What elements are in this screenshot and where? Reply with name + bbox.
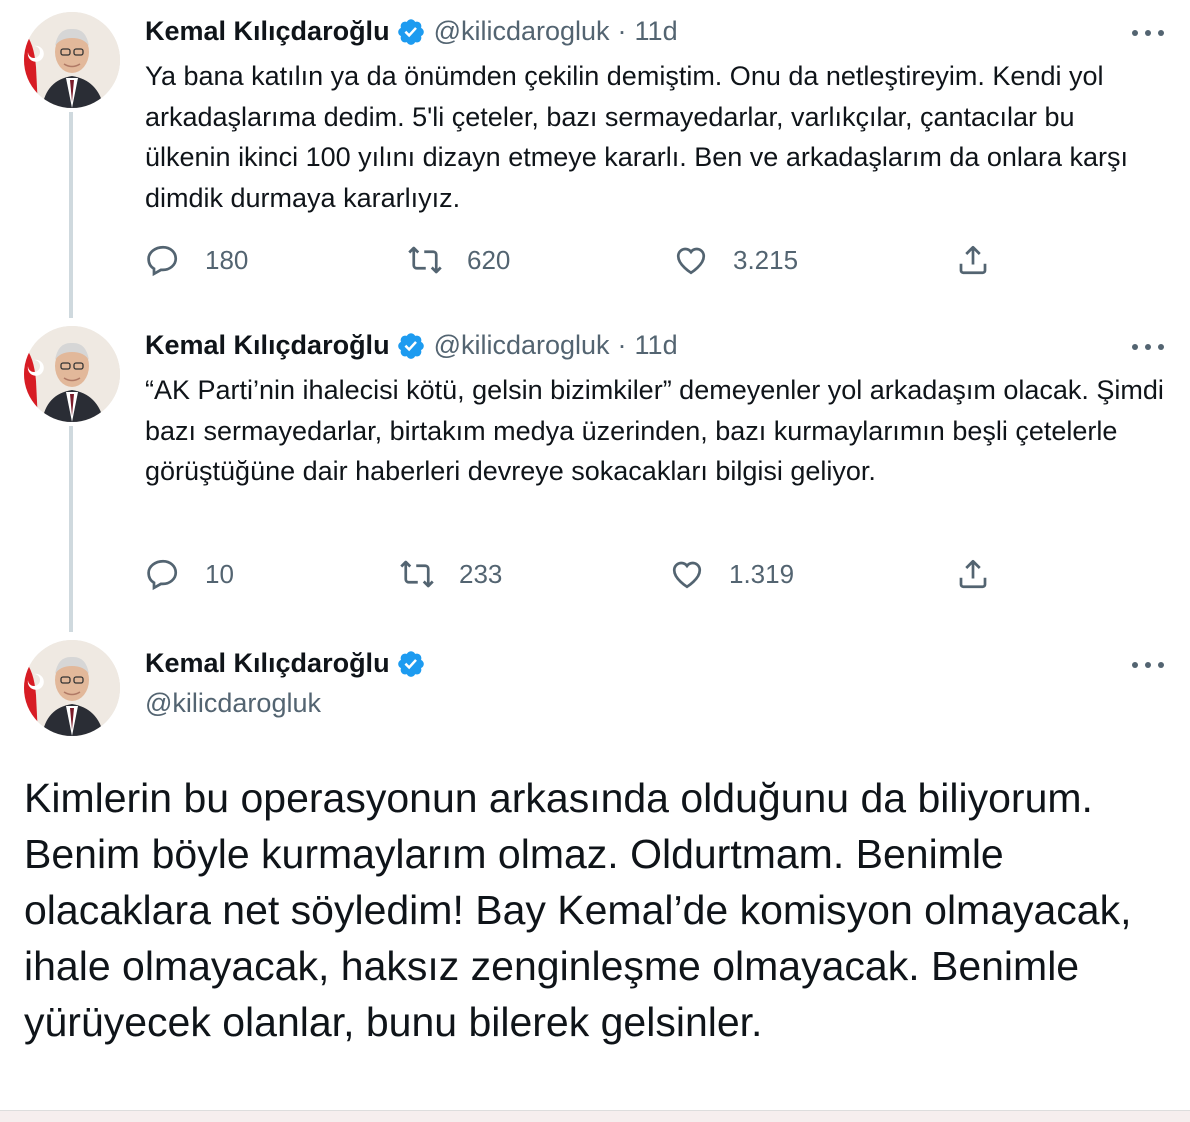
verified-icon xyxy=(396,17,426,47)
tweet-actions: 180 620 3.215 xyxy=(145,242,1005,282)
like-icon xyxy=(676,247,706,275)
reply-count: 10 xyxy=(205,558,234,589)
avatar[interactable] xyxy=(24,326,120,422)
reply-button[interactable]: 10 xyxy=(145,556,234,592)
author-handle[interactable]: @kilicdarogluk xyxy=(434,330,610,361)
reply-icon xyxy=(147,245,178,277)
verified-icon xyxy=(396,649,426,679)
verified-icon xyxy=(396,331,426,361)
tweet-actions: 10 233 1.319 xyxy=(145,556,1005,596)
like-count: 1.319 xyxy=(729,558,795,589)
retweet-count: 620 xyxy=(467,244,511,275)
bottom-edge xyxy=(0,1110,1190,1122)
retweet-icon xyxy=(408,246,442,274)
timestamp[interactable]: 11d xyxy=(635,330,678,361)
tweet-1[interactable]: Kemal Kılıçdaroğlu @kilicdarogluk · 11d … xyxy=(0,0,1190,318)
reply-icon xyxy=(147,559,178,591)
like-button[interactable]: 3.215 xyxy=(673,242,798,278)
avatar[interactable] xyxy=(24,12,120,108)
retweet-button[interactable]: 620 xyxy=(407,242,510,278)
more-icon[interactable] xyxy=(1132,342,1164,352)
retweet-count: 233 xyxy=(459,558,503,589)
avatar[interactable] xyxy=(24,640,120,736)
more-icon[interactable] xyxy=(1132,660,1164,670)
author-handle[interactable]: @kilicdarogluk xyxy=(434,16,610,47)
share-icon xyxy=(959,559,987,589)
retweet-button[interactable]: 233 xyxy=(399,556,502,592)
thread-line xyxy=(69,112,73,318)
tweet-2[interactable]: Kemal Kılıçdaroğlu @kilicdarogluk · 11d … xyxy=(0,314,1190,632)
thread-line xyxy=(69,426,73,632)
reply-button[interactable]: 180 xyxy=(145,242,248,278)
more-icon[interactable] xyxy=(1132,28,1164,38)
like-count: 3.215 xyxy=(733,244,799,275)
share-button[interactable] xyxy=(955,556,991,592)
author-name[interactable]: Kemal Kılıçdaroğlu xyxy=(145,330,390,361)
separator: · xyxy=(617,330,627,360)
share-icon xyxy=(959,245,987,275)
author-name[interactable]: Kemal Kılıçdaroğlu xyxy=(145,648,390,679)
share-button[interactable] xyxy=(955,242,991,278)
separator: · xyxy=(617,16,627,46)
retweet-icon xyxy=(400,560,434,588)
reply-count: 180 xyxy=(205,244,249,275)
tweet-header: Kemal Kılıçdaroğlu @kilicdarogluk · 11d xyxy=(145,330,678,361)
like-button[interactable]: 1.319 xyxy=(669,556,794,592)
tweet-header: Kemal Kılıçdaroğlu @kilicdarogluk · 11d xyxy=(145,16,678,47)
tweet-text: Ya bana katılın ya da önümden çekilin de… xyxy=(145,61,1128,213)
main-tweet-text: Kimlerin bu operasyonun arkasında olduğu… xyxy=(24,775,1132,1045)
like-icon xyxy=(672,561,702,589)
tweet-header: Kemal Kılıçdaroğlu xyxy=(145,648,434,679)
timestamp[interactable]: 11d xyxy=(635,16,678,47)
tweet-text: “AK Parti’nin ihalecisi kötü, gelsin biz… xyxy=(145,375,1164,486)
author-name[interactable]: Kemal Kılıçdaroğlu xyxy=(145,16,390,47)
author-handle[interactable]: @kilicdarogluk xyxy=(145,688,321,719)
